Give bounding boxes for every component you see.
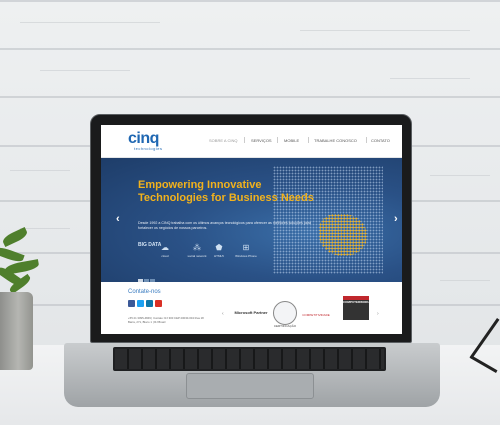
hero-next-arrow[interactable]: ›	[394, 213, 398, 225]
nav-item-contato[interactable]: CONTATO	[371, 138, 390, 143]
nav-item-mobile[interactable]: MOBILE	[284, 138, 299, 143]
twitter-icon[interactable]	[137, 300, 144, 307]
hero-description: Desde 1992 a CINQ trabalha com os último…	[138, 221, 311, 230]
trackpad[interactable]	[186, 373, 314, 399]
laptop-screen: cinq technologies SOBRE A CINQ SERVIÇOS …	[101, 125, 402, 334]
windows-phone-icon: ⊞	[242, 243, 250, 252]
big-data-icon: BIG DATA	[138, 242, 162, 248]
social-network-icon: ⁂	[193, 243, 201, 252]
feature-cloud-label: cloud	[161, 254, 169, 258]
feature-windows-phone-label: Windows Phone	[235, 254, 257, 258]
linkedin-icon[interactable]	[146, 300, 153, 307]
feature-windows-phone: ⊞ Windows Phone	[235, 243, 257, 258]
certification-seal	[273, 301, 297, 325]
hero-prev-arrow[interactable]: ‹	[116, 213, 120, 225]
site-header: cinq technologies SOBRE A CINQ SERVIÇOS …	[101, 125, 402, 158]
feature-html5: ⬟ HTML5	[214, 243, 224, 258]
logo-tagline: technologies	[134, 146, 163, 151]
feature-html5-label: HTML5	[214, 254, 224, 258]
facebook-icon[interactable]	[128, 300, 135, 307]
computerworld-logo: COMPUTERWORLD	[343, 300, 371, 320]
keyboard-keys	[115, 349, 384, 369]
feature-social-label: social network	[187, 254, 207, 258]
contact-title: Contate-nos	[128, 289, 161, 295]
hero-title: Empowering Innovative Technologies for B…	[138, 179, 314, 205]
nav-item-sobre[interactable]: SOBRE A CINQ	[209, 138, 237, 143]
plant-pot	[0, 292, 33, 370]
html5-icon: ⬟	[215, 243, 223, 252]
feature-cloud: ☁ cloud	[161, 243, 169, 258]
microsoft-partner-logo: Microsoft Partner	[234, 310, 268, 315]
footer-address: +55 21 3095-4849 | Contato: RJ 300 CEP 2…	[128, 316, 204, 324]
microsoft-partner-label: Microsoft Partner	[234, 310, 268, 315]
nav-item-servicos[interactable]: SERVIÇOS	[251, 138, 272, 143]
partners-prev-arrow[interactable]: ‹	[222, 311, 224, 317]
partners-next-arrow[interactable]: ›	[377, 311, 379, 317]
brazil-highlight	[319, 214, 367, 256]
hero-title-line1: Empowering Innovative	[138, 179, 262, 191]
cloud-icon: ☁	[161, 243, 169, 252]
feature-social: ⁂ social network	[185, 243, 209, 258]
site-footer: Contate-nos +55 21 3095-4849 | Contato: …	[101, 282, 402, 334]
hero-title-line2: Technologies for Business Needs	[138, 192, 314, 204]
youtube-icon[interactable]	[155, 300, 162, 307]
competitividade-logo: COMPETITIVIDADE	[302, 313, 330, 317]
certification-label: CERTIFICAÇÃO	[273, 324, 297, 328]
hero-banner: Empowering Innovative Technologies for B…	[101, 158, 402, 284]
nav-item-trabalhe[interactable]: TRABALHE CONOSCO	[314, 138, 357, 143]
